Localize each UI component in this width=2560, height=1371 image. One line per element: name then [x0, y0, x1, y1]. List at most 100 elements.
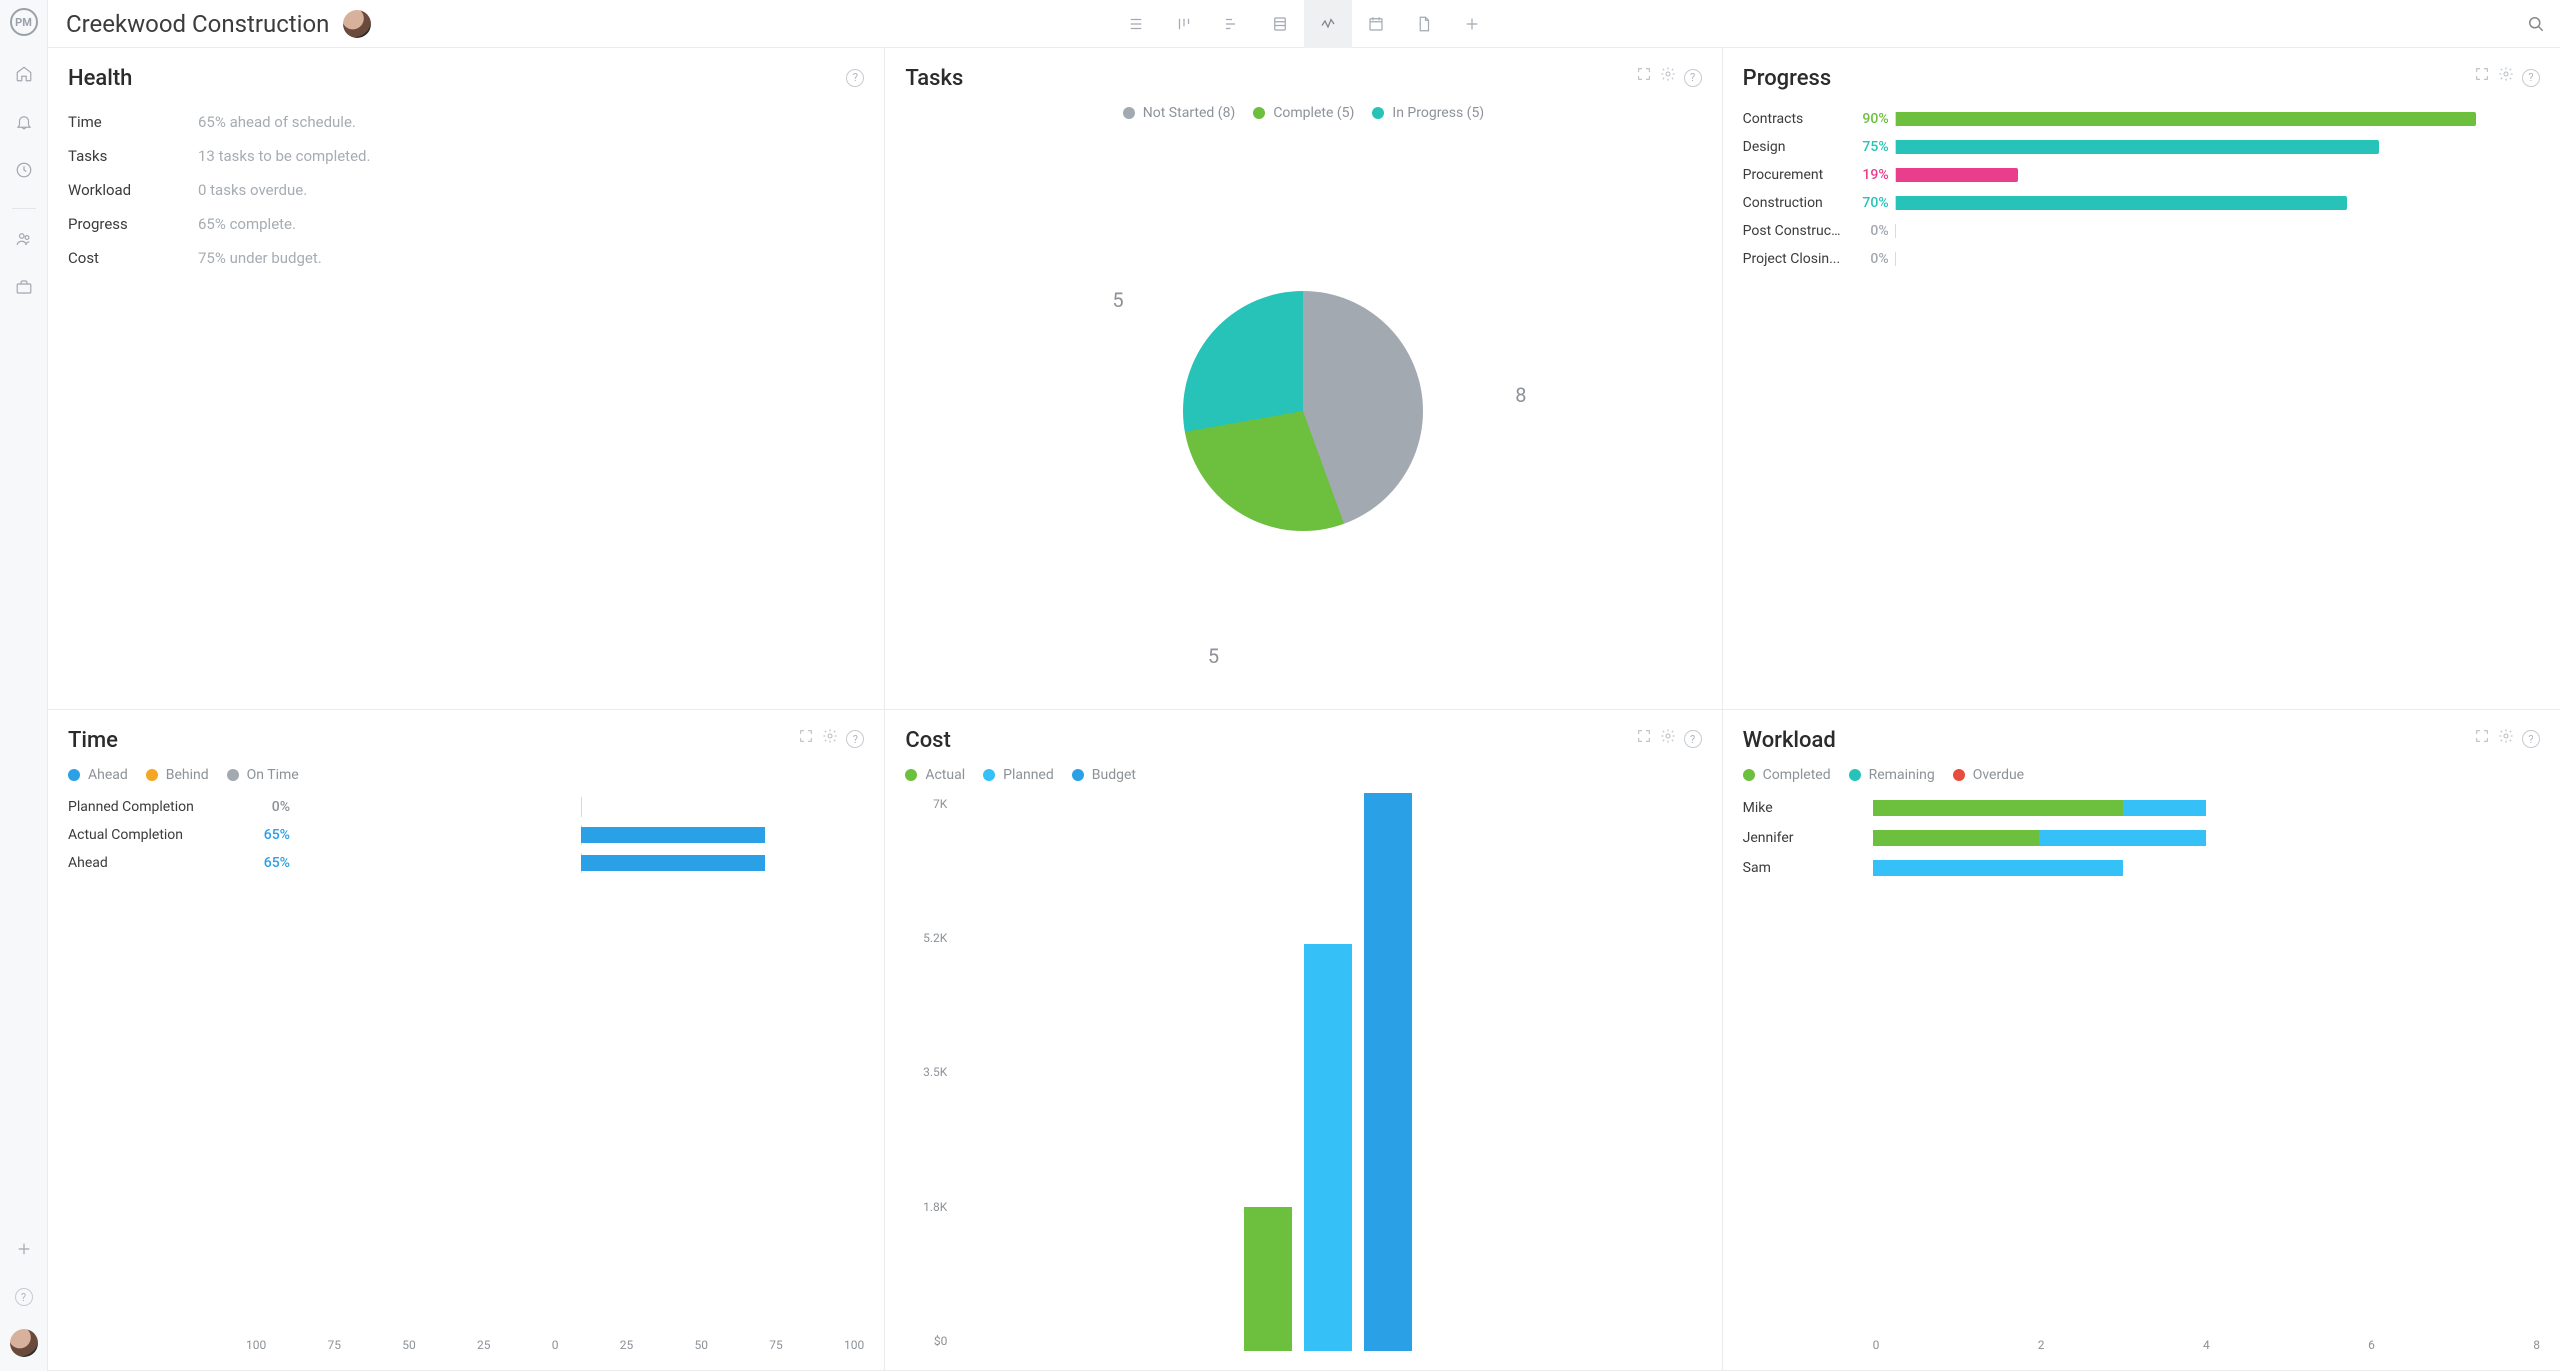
progress-label: Post Construct... [1743, 223, 1843, 239]
health-row: Workload0 tasks overdue. [68, 173, 864, 207]
donut-value: 5 [1112, 288, 1123, 312]
cost-bar-chart: 7K5.2K3.5K1.8K$0 [905, 793, 1701, 1353]
gear-icon[interactable] [2498, 728, 2514, 749]
help-icon[interactable]: ? [1684, 728, 1702, 749]
help-icon[interactable]: ? [2522, 66, 2540, 87]
progress-label: Project Closin... [1743, 251, 1843, 267]
people-icon[interactable] [8, 223, 40, 255]
health-label: Time [68, 113, 198, 131]
health-row: Tasks13 tasks to be completed. [68, 139, 864, 173]
legend-item: Remaining [1849, 767, 1935, 783]
expand-icon[interactable] [1636, 66, 1652, 87]
help-icon[interactable]: ? [2522, 728, 2540, 749]
card-title: Health [68, 66, 864, 91]
view-files-icon[interactable] [1400, 0, 1448, 48]
axis-tick: 25 [477, 1338, 491, 1352]
axis-tick: 0 [552, 1338, 559, 1352]
gear-icon[interactable] [2498, 66, 2514, 87]
search-icon[interactable] [2526, 14, 2546, 34]
card-title: Progress [1743, 66, 2540, 91]
axis-tick: 100 [844, 1338, 864, 1352]
view-gantt-icon[interactable] [1208, 0, 1256, 48]
progress-label: Procurement [1743, 167, 1843, 183]
health-rows: Time65% ahead of schedule. Tasks13 tasks … [68, 105, 864, 275]
gear-icon[interactable] [822, 728, 838, 749]
legend-label: Overdue [1973, 767, 2024, 783]
help-icon[interactable]: ? [8, 1281, 40, 1313]
legend-label: Budget [1092, 767, 1136, 783]
axis-tick: 8 [2533, 1338, 2540, 1352]
app-logo[interactable]: PM [10, 8, 38, 36]
legend-swatch [1743, 769, 1755, 781]
progress-row: Construction70% [1743, 189, 2540, 217]
legend-swatch [146, 769, 158, 781]
view-add-icon[interactable] [1448, 0, 1496, 48]
progress-row: Project Closin... 0% [1743, 245, 2540, 273]
progress-bar [1895, 252, 2540, 266]
user-avatar[interactable] [10, 1329, 38, 1357]
project-avatar[interactable] [343, 10, 371, 38]
view-board-icon[interactable] [1160, 0, 1208, 48]
health-value: 65% ahead of schedule. [198, 113, 356, 131]
progress-bar [1895, 140, 2540, 154]
view-dashboard-icon[interactable] [1304, 0, 1352, 48]
card-title: Workload [1743, 728, 2540, 753]
home-icon[interactable] [8, 58, 40, 90]
expand-icon[interactable] [1636, 728, 1652, 749]
time-pct: 65% [243, 855, 298, 871]
legend-item: Completed [1743, 767, 1831, 783]
progress-row: Post Construct...0% [1743, 217, 2540, 245]
help-icon[interactable]: ? [846, 66, 864, 87]
legend-item: Budget [1072, 767, 1136, 783]
expand-icon[interactable] [2474, 66, 2490, 87]
card-title: Tasks [905, 66, 1701, 91]
legend-swatch [1849, 769, 1861, 781]
legend-item: In Progress (5) [1372, 105, 1484, 121]
legend-label: Not Started (8) [1143, 105, 1236, 121]
view-calendar-icon[interactable] [1352, 0, 1400, 48]
time-row: Ahead65% [68, 849, 864, 877]
card-workload: ? Workload CompletedRemainingOverdue Mik… [1723, 710, 2560, 1371]
nav-rail: PM ? [0, 0, 48, 1371]
health-row: Cost75% under budget. [68, 241, 864, 275]
chart-legend: AheadBehindOn Time [68, 767, 864, 783]
axis-tick: 2 [2038, 1338, 2045, 1352]
legend-label: Remaining [1869, 767, 1935, 783]
add-icon[interactable] [8, 1233, 40, 1265]
health-label: Cost [68, 249, 198, 267]
donut-value: 8 [1515, 383, 1526, 407]
time-label: Planned Completion [68, 799, 243, 815]
progress-pct: 19% [1849, 167, 1889, 183]
card-title: Time [68, 728, 864, 753]
progress-row: Procurement 19% [1743, 161, 2540, 189]
expand-icon[interactable] [2474, 728, 2490, 749]
cost-bar [1364, 793, 1412, 1352]
card-progress: ? Progress Contracts90%Design75%Procurem… [1723, 48, 2560, 710]
gear-icon[interactable] [1660, 728, 1676, 749]
progress-pct: 0% [1849, 251, 1889, 267]
time-pct: 0% [243, 799, 298, 815]
view-sheet-icon[interactable] [1256, 0, 1304, 48]
bell-icon[interactable] [8, 106, 40, 138]
tasks-donut-chart: 8 5 5 [905, 131, 1701, 691]
expand-icon[interactable] [798, 728, 814, 749]
legend-item: Actual [905, 767, 965, 783]
help-icon[interactable]: ? [1684, 66, 1702, 87]
time-label: Actual Completion [68, 827, 243, 843]
gear-icon[interactable] [1660, 66, 1676, 87]
progress-row: Contracts90% [1743, 105, 2540, 133]
legend-label: Behind [166, 767, 209, 783]
axis-tick: 100 [246, 1338, 266, 1352]
view-list-icon[interactable] [1112, 0, 1160, 48]
workload-label: Sam [1743, 860, 1863, 876]
briefcase-icon[interactable] [8, 271, 40, 303]
clock-icon[interactable] [8, 154, 40, 186]
workload-bar [1873, 830, 2540, 846]
time-row: Planned Completion0% [68, 793, 864, 821]
health-value: 0 tasks overdue. [198, 181, 307, 199]
axis-tick: 25 [620, 1338, 634, 1352]
chart-legend: Not Started (8)Complete (5)In Progress (… [905, 105, 1701, 121]
help-icon[interactable]: ? [846, 728, 864, 749]
card-title: Cost [905, 728, 1701, 753]
progress-bar [1895, 112, 2540, 126]
